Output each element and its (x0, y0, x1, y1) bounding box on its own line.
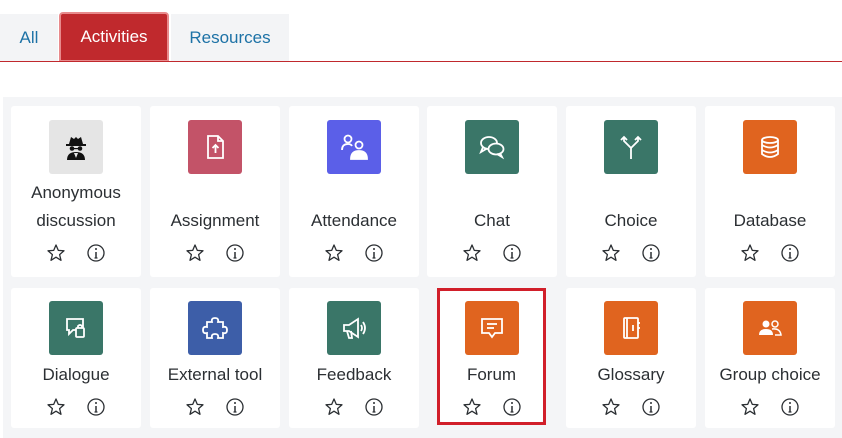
activity-label: Choice (604, 211, 658, 230)
activity-card-attendance[interactable]: Attendance (289, 106, 419, 277)
dialogue-icon (49, 301, 103, 355)
activity-label: Dialogue (42, 365, 110, 384)
star-icon[interactable] (601, 397, 621, 417)
forum-icon (465, 301, 519, 355)
activity-label: Feedback (316, 365, 392, 384)
tab-all[interactable]: All (0, 14, 58, 62)
info-icon[interactable] (364, 243, 384, 263)
activity-label: Chat (474, 211, 510, 230)
activity-label: Attendance (310, 211, 397, 230)
activity-label: Anonymous (31, 183, 121, 202)
star-icon[interactable] (185, 243, 205, 263)
activity-card-database[interactable]: Database (705, 106, 835, 277)
activity-chooser-tabs: All Activities Resources (0, 0, 842, 62)
activity-card-external-tool[interactable]: External tool (150, 288, 280, 428)
activity-label: Forum (466, 365, 517, 384)
activity-label: External tool (167, 365, 263, 384)
star-icon[interactable] (740, 397, 760, 417)
info-icon[interactable] (502, 243, 522, 263)
star-icon[interactable] (324, 243, 344, 263)
choice-arrows-icon (604, 120, 658, 174)
group-choice-icon (743, 301, 797, 355)
activity-card-forum[interactable]: Forum (440, 291, 543, 422)
megaphone-icon (327, 301, 381, 355)
activity-label: Assignment (170, 211, 260, 230)
star-icon[interactable] (740, 243, 760, 263)
attendance-people-icon (327, 120, 381, 174)
star-icon[interactable] (462, 243, 482, 263)
info-icon[interactable] (780, 397, 800, 417)
activity-card-dialogue[interactable]: Dialogue (11, 288, 141, 428)
activity-card-anonymous-discussion[interactable]: Anonymous discussion (11, 106, 141, 277)
tab-activities[interactable]: Activities (59, 12, 169, 62)
assignment-upload-icon (188, 120, 242, 174)
activity-label: Glossary (597, 365, 665, 384)
spy-icon (49, 120, 103, 174)
info-icon[interactable] (86, 397, 106, 417)
database-icon (743, 120, 797, 174)
star-icon[interactable] (601, 243, 621, 263)
tab-resources[interactable]: Resources (171, 14, 289, 62)
star-icon[interactable] (46, 397, 66, 417)
activity-card-glossary[interactable]: Glossary (566, 288, 696, 428)
puzzle-icon (188, 301, 242, 355)
activity-card-assignment[interactable]: Assignment (150, 106, 280, 277)
activity-label-line2: discussion (36, 211, 116, 230)
activity-card-feedback[interactable]: Feedback (289, 288, 419, 428)
star-icon[interactable] (46, 243, 66, 263)
activity-card-group-choice[interactable]: Group choice (705, 288, 835, 428)
info-icon[interactable] (780, 243, 800, 263)
activity-label: Group choice (719, 365, 821, 384)
chat-bubbles-icon (465, 120, 519, 174)
star-icon[interactable] (185, 397, 205, 417)
activity-card-choice[interactable]: Choice (566, 106, 696, 277)
info-icon[interactable] (641, 397, 661, 417)
star-icon[interactable] (462, 397, 482, 417)
activity-card-chat[interactable]: Chat (427, 106, 557, 277)
tabs-divider (0, 61, 842, 62)
info-icon[interactable] (225, 243, 245, 263)
star-icon[interactable] (324, 397, 344, 417)
info-icon[interactable] (364, 397, 384, 417)
info-icon[interactable] (502, 397, 522, 417)
info-icon[interactable] (86, 243, 106, 263)
info-icon[interactable] (641, 243, 661, 263)
glossary-book-icon (604, 301, 658, 355)
activity-label: Database (733, 211, 807, 230)
info-icon[interactable] (225, 397, 245, 417)
